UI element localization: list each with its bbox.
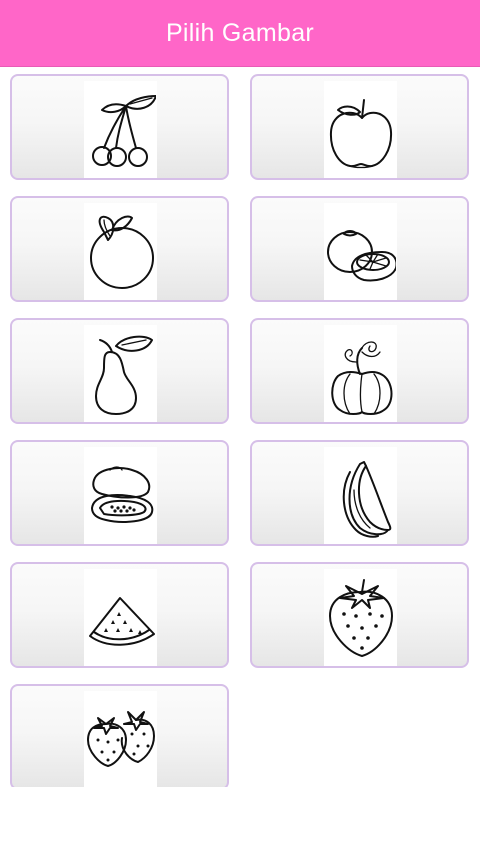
strawberries-icon	[86, 710, 155, 767]
thumbnail	[324, 447, 397, 544]
banana-icon	[342, 460, 391, 538]
picture-grid[interactable]	[0, 67, 480, 787]
thumbnail	[324, 203, 397, 300]
bottom-blank-area	[0, 787, 480, 853]
picture-card-tangerine[interactable]	[250, 196, 469, 302]
page-title: Pilih Gambar	[165, 18, 315, 47]
picture-card-pear[interactable]	[10, 318, 229, 424]
app-bar: Pilih Gambar	[0, 0, 480, 67]
picture-card-strawberry[interactable]	[250, 562, 469, 668]
orange-icon	[89, 215, 154, 289]
thumbnail	[84, 569, 157, 666]
thumbnail	[84, 325, 157, 422]
watermelon-slice-icon	[88, 596, 155, 646]
thumbnail	[324, 81, 397, 178]
thumbnail	[324, 325, 397, 422]
picture-card-orange[interactable]	[10, 196, 229, 302]
thumbnail	[84, 691, 157, 787]
picture-card-apple[interactable]	[250, 74, 469, 180]
papaya-icon	[90, 465, 153, 523]
strawberry-icon	[328, 578, 393, 657]
thumbnail	[84, 447, 157, 544]
picture-card-papaya[interactable]	[10, 440, 229, 546]
picture-card-banana[interactable]	[250, 440, 469, 546]
apple-icon	[329, 98, 392, 168]
picture-card-pumpkin[interactable]	[250, 318, 469, 424]
picture-card-strawberries[interactable]	[10, 684, 229, 787]
thumbnail	[324, 569, 397, 666]
tangerine-icon	[326, 229, 396, 281]
picture-card-watermelon[interactable]	[10, 562, 229, 668]
pumpkin-icon	[330, 340, 392, 415]
cherries-icon	[91, 94, 156, 167]
picture-card-cherries[interactable]	[10, 74, 229, 180]
thumbnail	[84, 203, 157, 300]
pear-icon	[94, 335, 153, 415]
thumbnail	[84, 81, 157, 178]
